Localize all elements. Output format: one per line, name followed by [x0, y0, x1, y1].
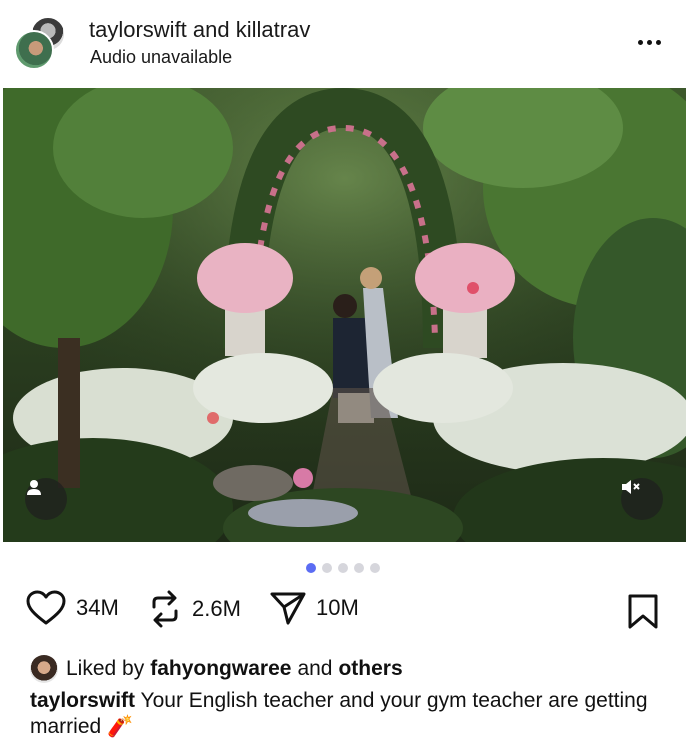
caption-username[interactable]: taylorswift — [30, 689, 135, 712]
post-authors: taylorswift and killatrav — [89, 17, 310, 43]
author-link-1[interactable]: taylorswift — [89, 17, 187, 42]
carousel-dot — [354, 563, 364, 573]
carousel-indicator — [306, 563, 380, 573]
post-image[interactable] — [3, 88, 686, 542]
share-button[interactable]: 10M — [270, 590, 359, 626]
liker-avatar[interactable] — [30, 655, 58, 683]
repost-icon — [152, 590, 178, 628]
post-header: taylorswift and killatrav Audio unavaila… — [0, 0, 689, 88]
garden-photo — [3, 88, 686, 542]
carousel-dot — [338, 563, 348, 573]
avatar-taylorswift[interactable] — [14, 30, 54, 70]
like-button[interactable]: 34M — [26, 590, 119, 626]
repost-count: 2.6M — [192, 596, 241, 621]
collab-avatars[interactable] — [14, 16, 70, 72]
carousel-dot — [370, 563, 380, 573]
heart-icon — [26, 590, 66, 625]
carousel-dot — [306, 563, 316, 573]
audio-status[interactable]: Audio unavailable — [90, 47, 232, 68]
post-caption: taylorswift Your English teacher and you… — [30, 688, 670, 740]
author-connector: and — [192, 17, 230, 42]
liked-by-prefix: Liked by — [66, 657, 145, 680]
send-icon — [270, 592, 306, 625]
liked-by-line[interactable]: Liked by fahyongwaree and others — [30, 654, 403, 684]
liked-by-connector: and — [297, 657, 333, 680]
liker-username[interactable]: fahyongwaree — [150, 657, 291, 681]
action-bar: 34M 2.6M 10M — [0, 590, 689, 636]
liked-by-others[interactable]: others — [338, 657, 402, 681]
share-count: 10M — [316, 595, 359, 620]
firecracker-emoji: 🧨 — [107, 715, 134, 738]
repost-button[interactable]: 2.6M — [148, 590, 241, 628]
bookmark-icon[interactable] — [627, 594, 659, 635]
like-count: 34M — [76, 595, 119, 620]
more-options-icon[interactable] — [634, 30, 664, 54]
person-icon[interactable] — [25, 478, 67, 520]
author-link-2[interactable]: killatrav — [236, 17, 311, 42]
carousel-dot — [322, 563, 332, 573]
speaker-muted-icon[interactable] — [621, 478, 663, 520]
